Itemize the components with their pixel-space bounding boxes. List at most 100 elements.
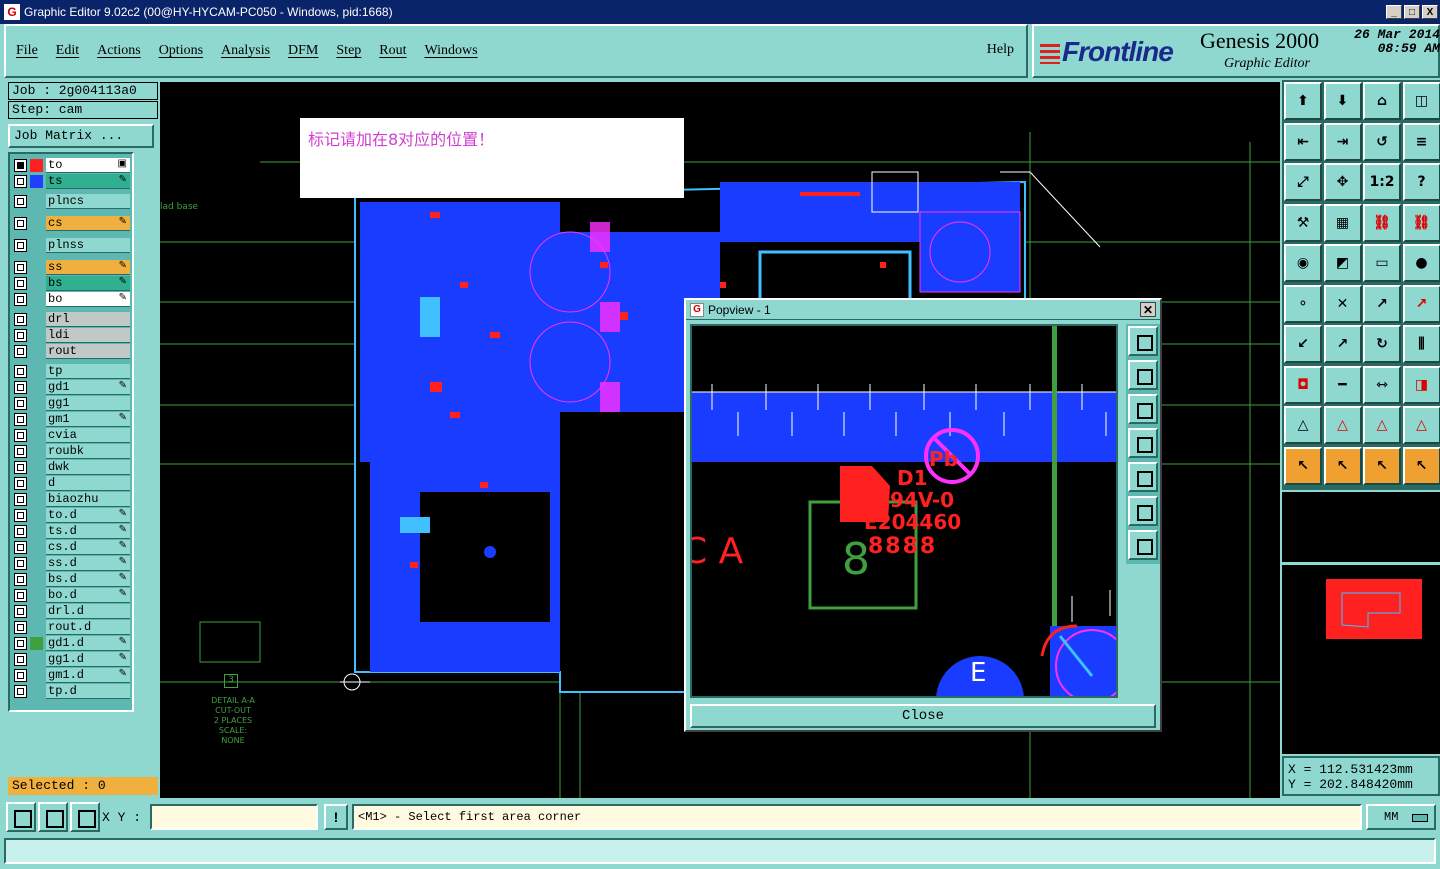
layer-name[interactable]: cvia (46, 428, 130, 443)
layer-checkbox[interactable] (14, 637, 27, 650)
layer-name[interactable]: ts ✎ (46, 174, 130, 189)
layer-checkbox[interactable] (14, 345, 27, 358)
tool-button-23[interactable]: ↗ (1363, 284, 1401, 323)
popview-tool-1[interactable] (1128, 326, 1158, 356)
menu-analysis[interactable]: Analysis (221, 43, 270, 59)
tool-button-30[interactable]: ━ (1323, 365, 1362, 404)
tool-button-8[interactable]: ≡ (1402, 122, 1440, 161)
layer-checkbox[interactable] (14, 381, 27, 394)
layer-name[interactable]: gm1.d ✎ (46, 668, 130, 683)
tool-button-26[interactable]: ↗ (1323, 325, 1362, 363)
layer-checkbox[interactable] (14, 509, 27, 522)
layer-checkbox[interactable] (14, 159, 27, 172)
layer-row-gd1-d[interactable]: gd1.d ✎ (12, 636, 130, 651)
layer-checkbox[interactable] (14, 493, 27, 506)
layer-row-rout[interactable]: rout (12, 344, 130, 359)
menu-step[interactable]: Step (336, 43, 361, 59)
layer-name[interactable]: roubk (46, 444, 130, 459)
layer-checkbox[interactable] (14, 175, 27, 188)
layer-name[interactable]: tp (46, 364, 130, 379)
layer-name[interactable]: cs.d ✎ (46, 540, 130, 555)
layer-name[interactable]: rout (46, 344, 130, 359)
layer-checkbox[interactable] (14, 605, 27, 618)
layer-row-ts[interactable]: ts ✎ (12, 174, 130, 189)
layer-checkbox[interactable] (14, 589, 27, 602)
tool-button-18[interactable]: ◩ (1323, 244, 1362, 282)
tool-button-39[interactable]: ↖ (1363, 446, 1401, 485)
tool-button-16[interactable]: ⛓ (1402, 203, 1440, 242)
tool-button-6[interactable]: ⇥ (1323, 122, 1362, 161)
job-matrix-button[interactable]: Job Matrix ... (8, 124, 154, 148)
layer-name[interactable]: biaozhu (46, 492, 130, 507)
layer-row-ldi[interactable]: ldi (12, 328, 130, 343)
popview-tool-6[interactable] (1128, 496, 1158, 526)
layer-checkbox[interactable] (14, 685, 27, 698)
minimize-button[interactable]: _ (1386, 5, 1402, 19)
overview-map[interactable] (1282, 564, 1440, 754)
layer-checkbox[interactable] (14, 413, 27, 426)
layer-name[interactable]: to ▣ (46, 158, 130, 173)
layer-checkbox[interactable] (14, 313, 27, 326)
tool-button-34[interactable]: △ (1323, 406, 1362, 444)
menu-edit[interactable]: Edit (56, 43, 79, 59)
menu-windows[interactable]: Windows (425, 43, 478, 59)
tool-button-32[interactable]: ◨ (1402, 365, 1440, 404)
tool-button-5[interactable]: ⇤ (1284, 122, 1322, 161)
layer-name[interactable]: plnss (46, 238, 130, 253)
tool-button-25[interactable]: ↙ (1284, 325, 1322, 363)
layer-row-cs-d[interactable]: cs.d ✎ (12, 540, 130, 555)
layer-checkbox[interactable] (14, 239, 27, 252)
layer-row-ss-d[interactable]: ss.d ✎ (12, 556, 130, 571)
layer-checkbox[interactable] (14, 397, 27, 410)
layer-row-gg1-d[interactable]: gg1.d ✎ (12, 652, 130, 667)
layer-checkbox[interactable] (14, 365, 27, 378)
layer-row-d[interactable]: d (12, 476, 130, 491)
popview-tool-5[interactable] (1128, 462, 1158, 492)
layer-name[interactable]: tp.d (46, 684, 130, 699)
tool-button-15[interactable]: ⛓ (1363, 203, 1401, 242)
layer-checkbox[interactable] (14, 293, 27, 306)
close-button[interactable]: X (1422, 5, 1438, 19)
layer-row-plncs[interactable]: plncs (12, 194, 130, 209)
layer-row-bs-d[interactable]: bs.d ✎ (12, 572, 130, 587)
xy-input[interactable] (150, 804, 318, 830)
tool-button-33[interactable]: △ (1284, 406, 1322, 444)
zoom-tool-button[interactable] (6, 802, 36, 832)
grid-tool-button[interactable] (70, 802, 100, 832)
maximize-button[interactable]: □ (1404, 5, 1420, 19)
layer-row-tp-d[interactable]: tp.d (12, 684, 130, 699)
layer-name[interactable]: cs ✎ (46, 216, 130, 231)
layer-row-plnss[interactable]: plnss (12, 238, 130, 253)
popview-tool-3[interactable] (1128, 394, 1158, 424)
layer-name[interactable]: to.d ✎ (46, 508, 130, 523)
layer-row-bo[interactable]: bo ✎ (12, 292, 130, 307)
tool-button-2[interactable]: ⬇ (1323, 82, 1362, 120)
layer-row-drl-d[interactable]: drl.d (12, 604, 130, 619)
menu-actions[interactable]: Actions (97, 43, 141, 59)
layer-row-gd1[interactable]: gd1 ✎ (12, 380, 130, 395)
tool-button-31[interactable]: ⇿ (1363, 365, 1401, 404)
layer-name[interactable]: drl.d (46, 604, 130, 619)
layer-name[interactable]: d (46, 476, 130, 491)
layer-row-rout-d[interactable]: rout.d (12, 620, 130, 635)
layer-checkbox[interactable] (14, 461, 27, 474)
layer-name[interactable]: gm1 ✎ (46, 412, 130, 427)
tool-button-13[interactable]: ⚒ (1284, 203, 1322, 242)
layer-checkbox[interactable] (14, 329, 27, 342)
layer-row-dwk[interactable]: dwk (12, 460, 130, 475)
layer-name[interactable]: ss.d ✎ (46, 556, 130, 571)
tool-button-4[interactable]: ◫ (1402, 82, 1440, 120)
layer-color-swatch[interactable] (30, 175, 43, 188)
layer-name[interactable]: bs.d ✎ (46, 572, 130, 587)
layer-checkbox[interactable] (14, 277, 27, 290)
layer-checkbox[interactable] (14, 669, 27, 682)
layer-color-swatch[interactable] (30, 637, 43, 650)
tool-button-35[interactable]: △ (1363, 406, 1401, 444)
layer-row-gm1[interactable]: gm1 ✎ (12, 412, 130, 427)
layer-name[interactable]: bo.d ✎ (46, 588, 130, 603)
popview-close-icon[interactable]: ✕ (1140, 302, 1156, 317)
layer-checkbox[interactable] (14, 217, 27, 230)
title-bar[interactable]: G Graphic Editor 9.02c2 (00@HY-HYCAM-PC0… (0, 0, 1440, 24)
layer-row-bs[interactable]: bs ✎ (12, 276, 130, 291)
layer-name[interactable]: dwk (46, 460, 130, 475)
